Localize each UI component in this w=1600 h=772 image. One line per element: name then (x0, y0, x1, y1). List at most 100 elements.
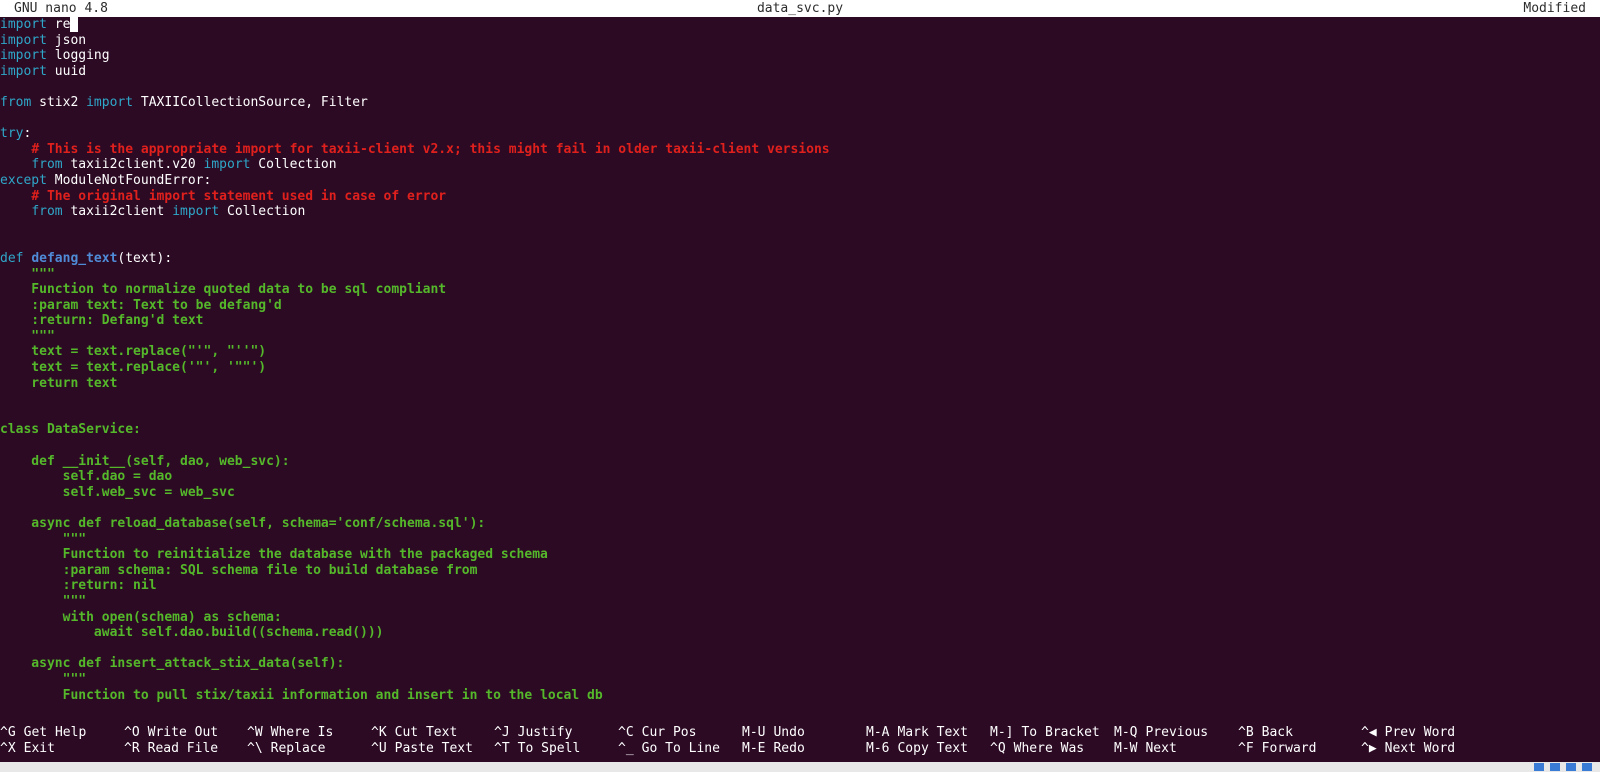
editor-text-area[interactable]: import re import json import logging impor… (0, 17, 1600, 715)
modified-status-label: Modified (1523, 1, 1586, 16)
shortcut-label: Go To Line (641, 741, 720, 756)
code-line: async def insert_attack_stix_data(self): (0, 656, 1600, 672)
shortcut-cur-pos: ^C Cur Pos (618, 725, 696, 741)
shortcut-redo: M-E Redo (742, 741, 805, 757)
system-tray (1534, 762, 1592, 772)
code-token: taxii2client (62, 204, 173, 220)
shortcut-key: ^◀ (1361, 725, 1377, 740)
code-line: :return: nil (0, 578, 1600, 594)
code-line: """ (0, 267, 1600, 283)
shortcut-back: ^B Back (1238, 725, 1293, 741)
code-token: stix2 (31, 94, 87, 110)
shortcut-label: Redo (773, 741, 805, 756)
code-token: # This is the appropriate import for tax… (31, 141, 830, 157)
shortcut-bar: ^G Get Help ^O Write Out ^W Where Is ^K Cut Tex… (0, 725, 1600, 759)
code-line: # This is the appropriate import for tax… (0, 142, 1600, 158)
code-line: with open(schema) as schema: (0, 610, 1600, 626)
shortcut-cut-text: ^K Cut Text (371, 725, 457, 741)
code-token: json (46, 32, 87, 48)
shortcut-key: M-U (742, 725, 766, 740)
shortcut-where-was: ^Q Where Was (990, 741, 1084, 757)
code-line: self.web_svc = web_svc (0, 485, 1600, 501)
shortcut-key: M-A (866, 725, 890, 740)
shortcut-key: ^▶ (1361, 741, 1377, 756)
shortcut-copy-text: M-6 Copy Text (866, 741, 968, 757)
code-token: Function to reinitialize the database wi… (0, 547, 548, 563)
code-token: defang_text (31, 250, 118, 266)
code-line: """ (0, 329, 1600, 345)
code-token: text = text.replace("'", "''") (0, 344, 267, 360)
shortcut-label: Read File (147, 741, 219, 756)
code-token: await self.dao.build((schema.read())) (0, 625, 384, 641)
code-line: import json (0, 33, 1600, 49)
code-line: from taxii2client import Collection (0, 204, 1600, 220)
file-name-label: data_svc.py (756, 1, 844, 16)
shortcut-label: Mark Text (897, 725, 968, 740)
shortcut-key: ^U (371, 741, 387, 756)
code-token: return text (0, 375, 118, 391)
code-line: class DataService: (0, 422, 1600, 438)
shortcut-key: ^R (124, 741, 140, 756)
code-token: import (86, 94, 134, 110)
shortcut-undo: M-U Undo (742, 725, 805, 741)
shortcut-justify: ^J Justify (494, 725, 572, 741)
code-token: :param text: Text to be defang'd (0, 297, 282, 313)
shortcut-key: ^K (371, 725, 387, 740)
code-token: Function to pull stix/taxii information … (0, 687, 603, 703)
shortcut-where-is: ^W Where Is (247, 725, 333, 741)
shortcut-label: Where Was (1013, 741, 1085, 756)
shortcut-key: ^C (618, 725, 634, 740)
shortcut-read-file: ^R Read File (124, 741, 218, 757)
code-line: await self.dao.build((schema.read())) (0, 625, 1600, 641)
shortcut-key: ^\ (247, 741, 263, 756)
code-token: re (54, 17, 71, 32)
shortcut-to-spell: ^T To Spell (494, 741, 580, 757)
shortcut-replace: ^\ Replace (247, 741, 325, 757)
code-token: import (0, 48, 47, 64)
code-token: Collection (250, 157, 337, 173)
code-token: ModuleNotFoundError: (46, 172, 212, 188)
code-line: import re (0, 17, 1600, 33)
shortcut-key: M-E (742, 741, 766, 756)
shortcut-key: M-W (1114, 741, 1138, 756)
shortcut-next: M-W Next (1114, 741, 1177, 757)
shortcut-label: Forward (1261, 741, 1317, 756)
shortcut-label: Replace (270, 741, 326, 756)
shortcut-label: To Bracket (1021, 725, 1100, 740)
tray-icon (1566, 763, 1576, 771)
code-line: def __init__(self, dao, web_svc): (0, 454, 1600, 470)
code-token: except (0, 172, 47, 188)
code-token: """ (0, 593, 87, 609)
code-token: async def reload_database(self, schema='… (0, 516, 486, 531)
shortcut-label: Undo (773, 725, 805, 740)
code-token: :return: Defang'd text (0, 313, 204, 329)
code-line: :return: Defang'd text (0, 313, 1600, 329)
shortcut-label: Justify (517, 725, 573, 740)
code-token: self.dao = dao (0, 469, 173, 485)
code-token: """ (0, 328, 55, 344)
code-token: async def insert_attack_stix_data(self): (0, 656, 345, 672)
shortcut-to-bracket: M-] To Bracket (990, 725, 1100, 741)
text-cursor (70, 17, 79, 32)
shortcut-key: ^X (0, 741, 16, 756)
code-line: """ (0, 672, 1600, 688)
code-token: text = text.replace('"', '""') (0, 360, 267, 376)
code-line: Function to reinitialize the database wi… (0, 547, 1600, 563)
shortcut-key: M-Q (1114, 725, 1138, 740)
code-line: return text (0, 376, 1600, 392)
code-token: """ (0, 671, 87, 687)
shortcut-write-out: ^O Write Out (124, 725, 218, 741)
shortcut-label: Write Out (147, 725, 219, 740)
code-token: import (0, 63, 47, 79)
shortcut-label: Cur Pos (641, 725, 697, 740)
shortcut-key: ^B (1238, 725, 1254, 740)
